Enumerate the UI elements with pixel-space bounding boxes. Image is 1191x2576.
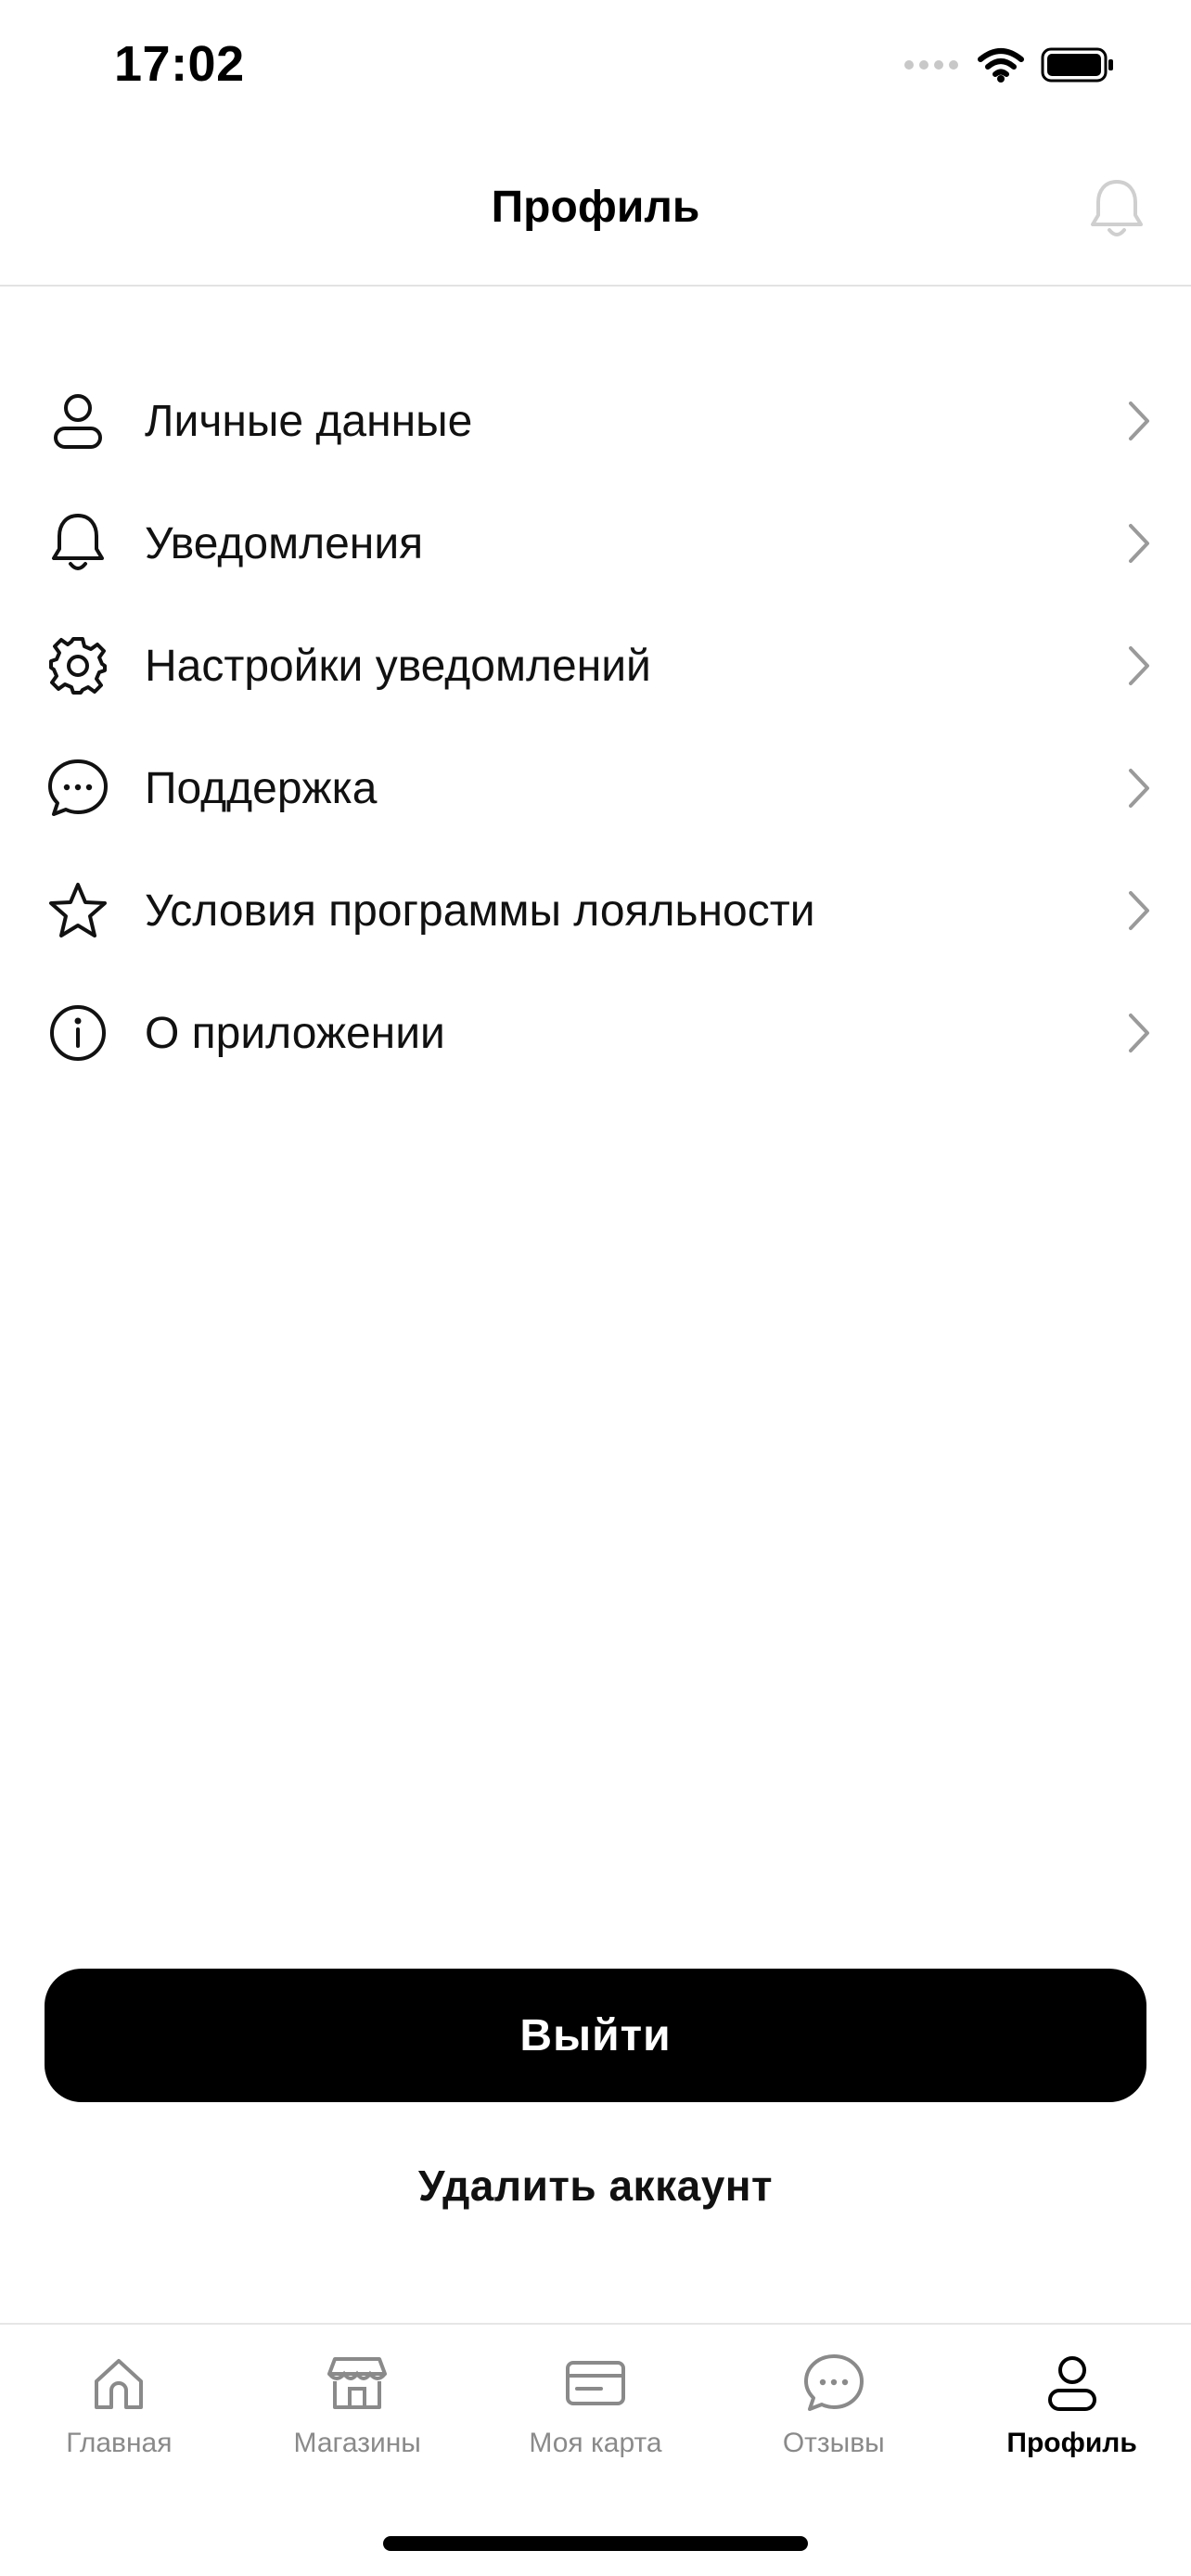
notifications-bell-icon[interactable]	[1089, 176, 1145, 248]
info-icon	[45, 1000, 111, 1066]
cellular-icon	[903, 58, 961, 76]
chevron-right-icon	[1121, 640, 1158, 692]
tab-label: Моя карта	[529, 2428, 662, 2458]
chevron-right-icon	[1121, 885, 1158, 937]
user-icon	[1039, 2350, 1106, 2417]
bell-icon	[45, 510, 111, 577]
menu-item-label: Условия программы лояльности	[145, 886, 815, 936]
menu-item-notification-settings[interactable]: Настройки уведомлений	[0, 605, 1191, 727]
star-icon	[45, 877, 111, 944]
card-icon	[562, 2350, 629, 2417]
chevron-right-icon	[1121, 517, 1158, 569]
tab-label: Отзывы	[782, 2428, 885, 2458]
home-icon	[85, 2350, 152, 2417]
tab-profile[interactable]: Профиль	[953, 2327, 1191, 2485]
wifi-icon	[978, 46, 1024, 88]
tab-label: Главная	[66, 2428, 173, 2458]
chat-icon	[800, 2350, 867, 2417]
tabbar-divider	[0, 2323, 1191, 2325]
menu-item-label: Настройки уведомлений	[145, 641, 651, 691]
menu-item-personal-data[interactable]: Личные данные	[0, 360, 1191, 482]
profile-menu: Личные данные Уведомления Настройки увед…	[0, 360, 1191, 1094]
menu-item-label: О приложении	[145, 1008, 445, 1058]
header-divider	[0, 285, 1191, 287]
delete-account-button[interactable]: Удалить аккаунт	[0, 2161, 1191, 2211]
user-icon	[45, 388, 111, 454]
home-indicator	[383, 2536, 808, 2551]
chevron-right-icon	[1121, 762, 1158, 814]
tab-stores[interactable]: Магазины	[238, 2327, 477, 2485]
tab-reviews[interactable]: Отзывы	[714, 2327, 953, 2485]
tab-label: Профиль	[1006, 2428, 1137, 2458]
tab-home[interactable]: Главная	[0, 2327, 238, 2485]
tab-label: Магазины	[293, 2428, 421, 2458]
menu-item-notifications[interactable]: Уведомления	[0, 482, 1191, 605]
store-icon	[324, 2350, 391, 2417]
page-title: Профиль	[491, 183, 700, 232]
tab-bar: Главная Магазины Моя карта Отзывы Профил…	[0, 2327, 1191, 2485]
tab-my-card[interactable]: Моя карта	[477, 2327, 715, 2485]
chevron-right-icon	[1121, 1007, 1158, 1059]
logout-button[interactable]: Выйти	[45, 1969, 1146, 2102]
menu-item-label: Уведомления	[145, 518, 424, 568]
menu-item-about-app[interactable]: О приложении	[0, 972, 1191, 1094]
chevron-right-icon	[1121, 395, 1158, 447]
menu-item-support[interactable]: Поддержка	[0, 727, 1191, 849]
menu-item-loyalty-terms[interactable]: Условия программы лояльности	[0, 849, 1191, 972]
chat-icon	[45, 755, 111, 822]
menu-item-label: Поддержка	[145, 763, 378, 813]
battery-icon	[1041, 47, 1115, 87]
menu-item-label: Личные данные	[145, 396, 473, 446]
status-time: 17:02	[114, 36, 245, 92]
status-icons	[903, 46, 1115, 88]
gear-icon	[45, 632, 111, 699]
